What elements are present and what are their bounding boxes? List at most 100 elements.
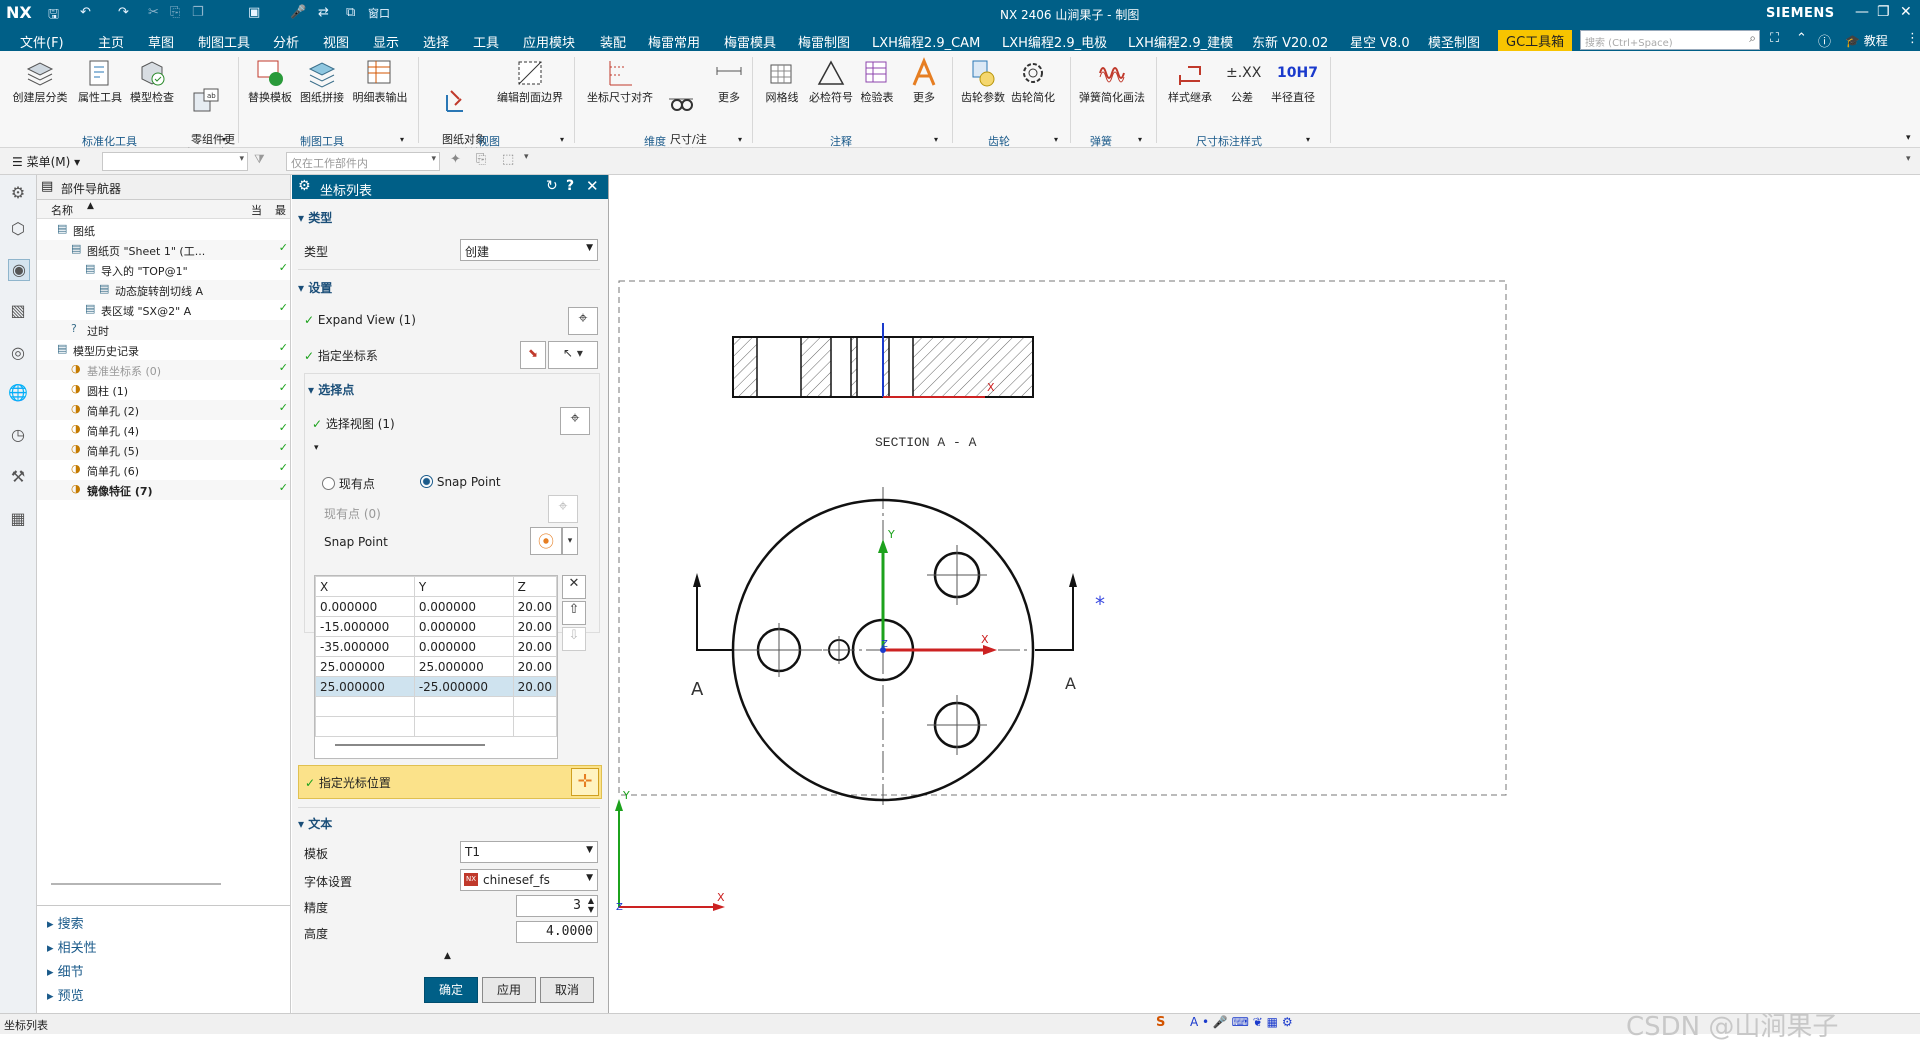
cell-y[interactable]: -25.000000 [413,676,514,697]
cell-z[interactable]: 20.00 [512,636,557,657]
system-materials-icon[interactable]: ▦ [8,509,28,529]
column-name[interactable]: 名称 [51,202,73,218]
stepper-arrows-icon[interactable]: ▲ ▼ [588,896,594,914]
select-object-icon[interactable]: ⎘ [476,152,486,167]
font-dropdown[interactable]: NX chinesef_fs ▼ [460,869,598,891]
cell-x[interactable]: -35.000000 [315,636,415,657]
close-icon[interactable]: ✕ [586,177,599,195]
menu-meilei-drafting[interactable]: 梅雷制图 [798,32,850,51]
menu-lxh-modeling[interactable]: LXH编程2.9_建模 [1128,32,1233,51]
table-scrollbar[interactable] [335,744,485,746]
tree-row[interactable]: ◑ 简单孔 (6) ✓ [37,460,290,480]
save-icon[interactable]: 🖫 [48,5,59,27]
tree-row[interactable]: ◑ 基准坐标系 (0) ✓ [37,360,290,380]
paste-icon[interactable]: ❐ [192,5,204,20]
table-row[interactable]: 25.000000 -25.000000 20.00 [315,676,557,697]
col-z-header[interactable]: Z [512,576,557,597]
menu-display[interactable]: 显示 [373,32,399,51]
web-browser-icon[interactable]: 🌐 [8,383,28,403]
tree-row[interactable]: ▤ 导入的 "TOP@1" ✓ [37,260,290,280]
radio-snap-point[interactable]: Snap Point [420,475,501,489]
tree-row[interactable]: ▤ 表区域 "SX@2" A ✓ [37,300,290,320]
touch-mode-icon[interactable]: ⇄ [318,5,329,20]
select-region-icon[interactable]: ⬚ [502,152,514,167]
delete-row-button[interactable]: ✕ [562,575,586,599]
group-expand-icon[interactable]: ▾ [560,135,564,144]
search-icon[interactable]: ⌕ [1749,31,1756,46]
filter-funnel-icon[interactable]: ⧩ [254,152,265,167]
role-tools-icon[interactable]: ⚒ [8,467,28,487]
move-down-button[interactable]: ⇩ [562,627,586,651]
cut-icon[interactable]: ✂ [148,5,159,20]
ok-button[interactable]: 确定 [424,977,478,1003]
cell-x[interactable]: 0.000000 [315,596,415,617]
model-check-button[interactable]: 模型检查 [126,57,178,105]
menu-lxh-cam[interactable]: LXH编程2.9_CAM [872,32,980,51]
group-expand-icon[interactable]: ▾ [934,135,938,144]
restore-icon[interactable]: ❐ [1877,4,1890,20]
tree-row[interactable]: ◑ 圆柱 (1) ✓ [37,380,290,400]
menu-home[interactable]: 主页 [98,32,124,51]
tree-row[interactable]: ▤ 动态旋转剖切线 A [37,280,290,300]
tutorial-link[interactable]: 🎓 教程 [1845,32,1888,49]
cell-y[interactable]: 0.000000 [413,596,514,617]
tree-row[interactable]: ▤ 图纸 [37,220,290,240]
create-layer-category-button[interactable]: 创建层分类 [8,57,72,105]
move-up-button[interactable]: ⇧ [562,601,586,625]
menu-xingkong[interactable]: 星空 V8.0 [1350,32,1410,51]
coordinate-dim-align-button[interactable]: 坐标尺寸对齐 [580,57,660,105]
type-dropdown[interactable]: 创建 ▼ [460,239,598,261]
collapse-ribbon-icon[interactable]: ⌃ [1796,31,1807,46]
cell-z[interactable]: 20.00 [512,596,557,617]
ribbon-options-icon[interactable]: ▾ [1906,133,1911,143]
tree-row[interactable]: ◑ 镜像特征 (7) ✓ [37,480,290,500]
col-x-header[interactable]: X [315,576,415,597]
help-icon[interactable]: ? [566,178,574,194]
replace-template-button[interactable]: 替换模板 [244,57,296,105]
top-view[interactable]: A A Y X Z * [691,487,1105,805]
snap-point-dropdown[interactable]: ▾ [562,527,578,555]
tolerance-button[interactable]: ±.XX 公差 [1220,57,1264,105]
group-expand-icon[interactable]: ▾ [1054,135,1058,144]
menu-analysis[interactable]: 分析 [273,32,299,51]
table-row[interactable]: 25.000000 25.000000 20.00 [315,656,557,677]
help-icon[interactable]: ⓘ [1818,31,1831,50]
inspection-table-button[interactable]: 检验表 [856,57,898,105]
expand-options-icon[interactable]: ▾ [314,443,319,453]
group-expand-icon[interactable]: ▾ [400,135,404,144]
navigator-scrollbar[interactable] [51,883,221,885]
column-current[interactable]: 当 [251,202,262,218]
menu-applications[interactable]: 应用模块 [523,32,575,51]
type-filter-dropdown[interactable]: ▾ [102,152,248,171]
window-menu[interactable]: 窗口 [368,5,390,21]
cell-z[interactable]: 20.00 [512,676,557,697]
accordion-search[interactable]: ▸ 搜索 [47,913,84,932]
menu-assembly[interactable]: 装配 [600,32,626,51]
copy-icon[interactable]: ⎘ [170,5,180,20]
collapse-dialog-icon[interactable]: ▲ [444,951,451,961]
tree-row[interactable]: ◑ 简单孔 (5) ✓ [37,440,290,460]
menu-drafting-tools[interactable]: 制图工具 [198,32,250,51]
parts-list-export-button[interactable]: 明细表输出 [348,57,412,105]
more-dimension-button[interactable]: 更多 [708,57,750,105]
menu-sketch[interactable]: 草图 [148,32,174,51]
history-icon[interactable]: ◷ [8,425,28,445]
reset-icon[interactable]: ↻ [546,178,558,194]
select-view-button[interactable]: ⌖ [560,407,590,435]
cell-y[interactable]: 0.000000 [413,636,514,657]
precision-stepper[interactable]: 3 ▲ ▼ [516,895,598,917]
menu-view[interactable]: 视图 [323,32,349,51]
menu-select[interactable]: 选择 [423,32,449,51]
menu-mosheng[interactable]: 模圣制图 [1428,32,1480,51]
part-navigator-icon[interactable]: ◉ [8,259,30,281]
cell-z[interactable]: 20.00 [512,616,557,637]
close-icon[interactable]: ✕ [1900,4,1912,20]
assembly-navigator-icon[interactable]: ⬡ [8,219,28,239]
menu-tools[interactable]: 工具 [473,32,499,51]
select-view-crosshair-button[interactable]: ⌖ [568,307,598,335]
graphics-window[interactable]: X SECTION A - A A A Y X Z * Y X Z [609,175,1920,1013]
edit-section-boundary-button[interactable]: 编辑剖面边界 [492,57,568,105]
menu-lxh-electrode[interactable]: LXH编程2.9_电极 [1002,32,1107,51]
group-expand-icon[interactable]: ▾ [1306,135,1310,144]
tree-row[interactable]: ▤ 模型历史记录 ✓ [37,340,290,360]
